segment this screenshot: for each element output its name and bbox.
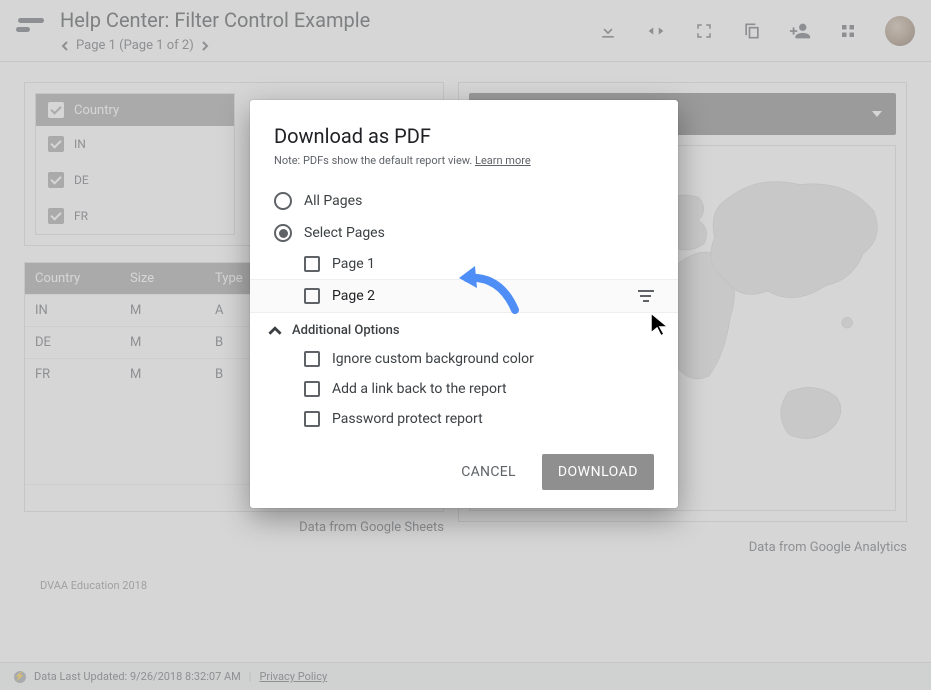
radio-all-pages[interactable]: All Pages [274, 185, 654, 217]
radio-icon [274, 224, 292, 242]
checkbox-icon [304, 256, 320, 272]
dialog-title: Download as PDF [274, 124, 654, 148]
cancel-button[interactable]: CANCEL [449, 454, 528, 490]
additional-options-toggle[interactable]: Additional Options [268, 313, 654, 344]
checkbox-icon [304, 381, 320, 397]
radio-select-pages[interactable]: Select Pages [274, 217, 654, 249]
dialog-note: Note: PDFs show the default report view.… [274, 154, 654, 167]
radio-icon [274, 192, 292, 210]
chevron-up-icon [268, 324, 282, 338]
download-button[interactable]: DOWNLOAD [542, 454, 654, 490]
checkbox-icon [304, 288, 320, 304]
checkbox-ignore-background[interactable]: Ignore custom background color [304, 344, 654, 374]
filter-icon[interactable] [638, 290, 654, 302]
checkbox-page-2[interactable]: Page 2 [250, 279, 678, 313]
checkbox-icon [304, 351, 320, 367]
checkbox-page-1[interactable]: Page 1 [304, 249, 654, 279]
checkbox-icon [304, 411, 320, 427]
checkbox-link-back[interactable]: Add a link back to the report [304, 374, 654, 404]
learn-more-link[interactable]: Learn more [475, 154, 531, 167]
download-pdf-dialog: Download as PDF Note: PDFs show the defa… [250, 100, 678, 508]
checkbox-password-protect[interactable]: Password protect report [304, 404, 654, 434]
